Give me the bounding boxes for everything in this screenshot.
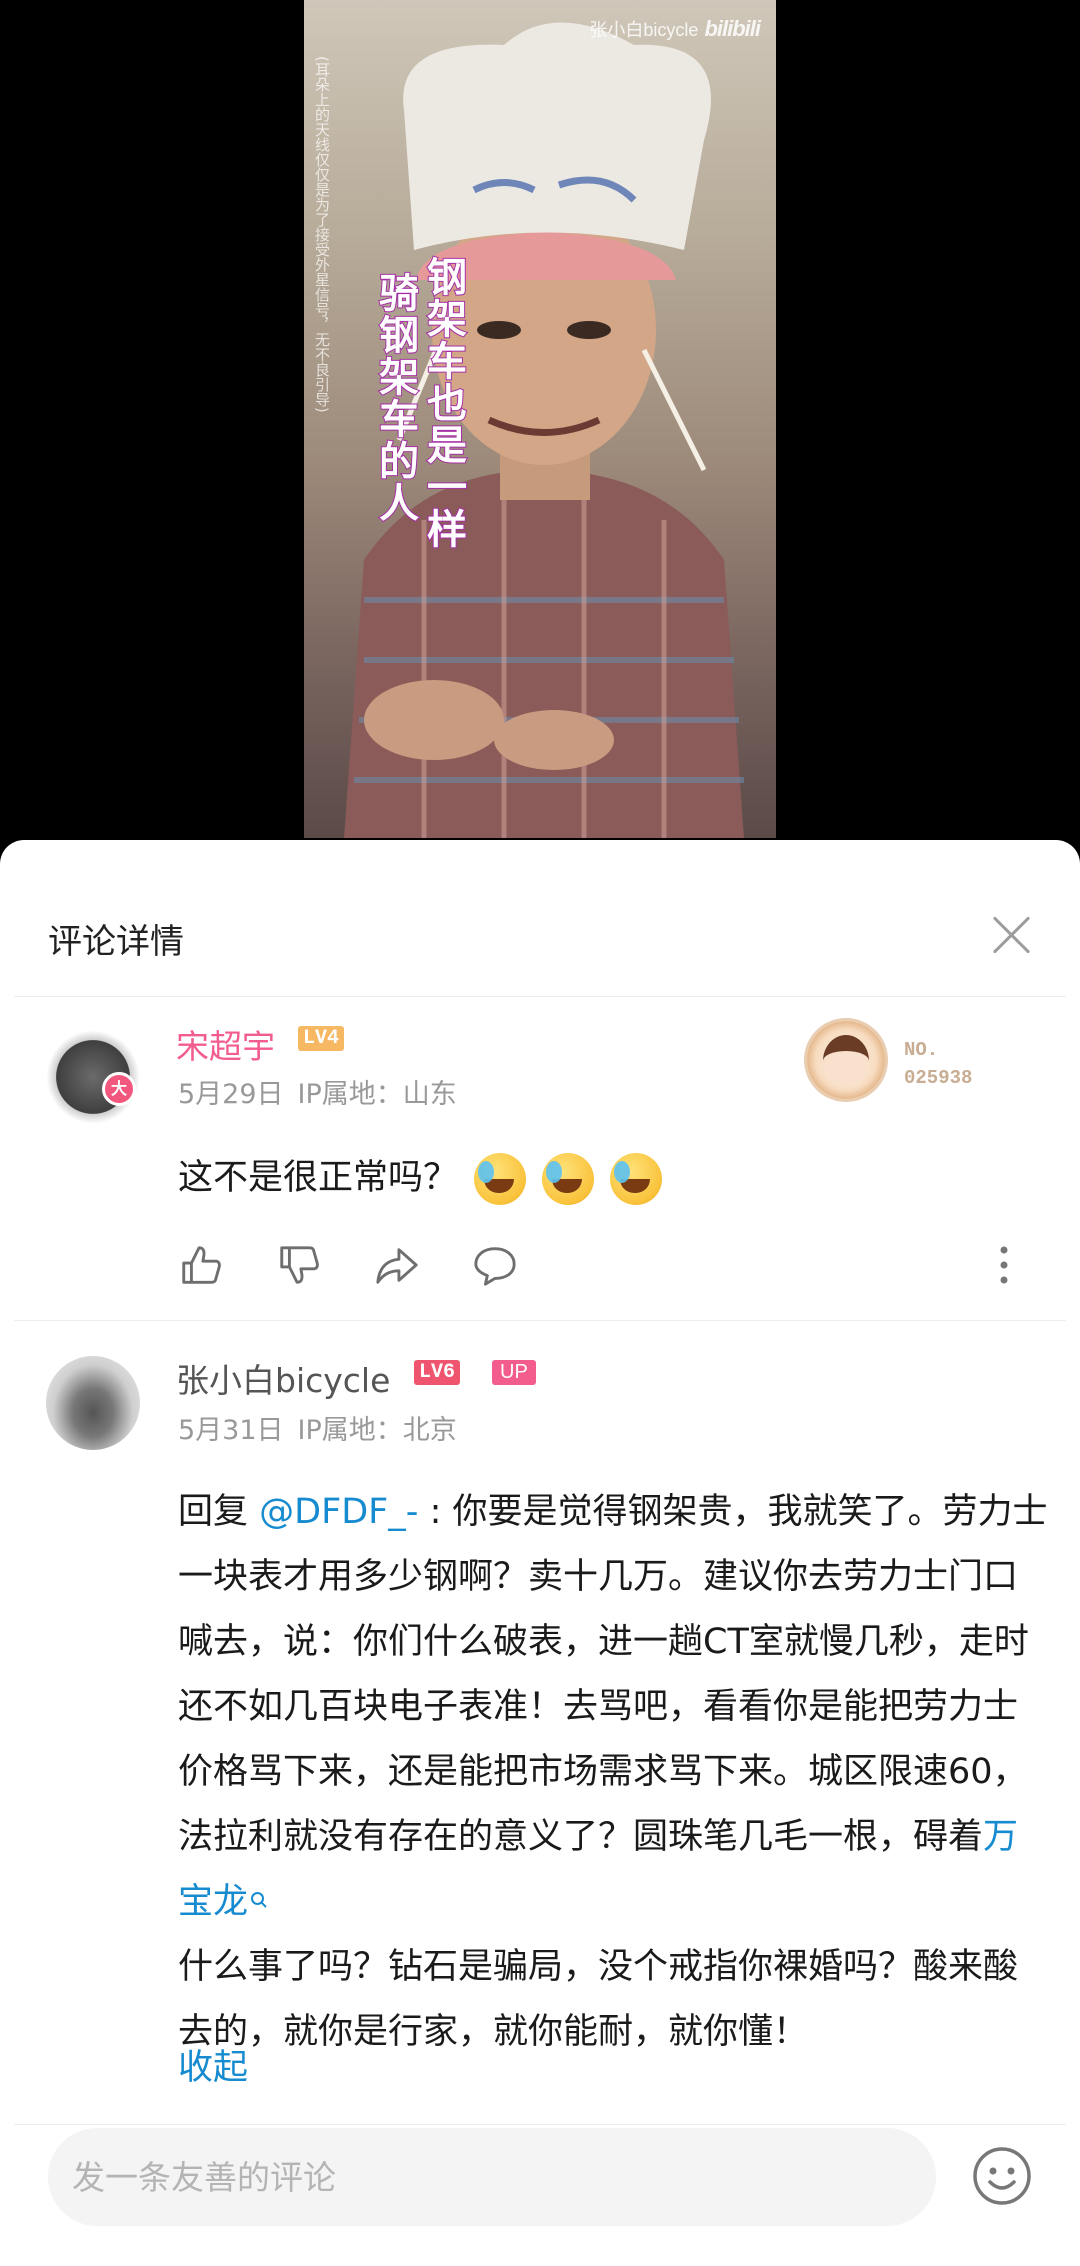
comment-actions [178, 1242, 518, 1288]
reply-prefix: 回复 [178, 1492, 260, 1532]
video-player[interactable]: 张小白bicycle bilibili (耳朵上的天线仅仅是为了接受外星信号，无… [0, 0, 1080, 840]
reply-icon[interactable] [472, 1242, 518, 1288]
comment-username[interactable]: 宋超宇 [176, 1020, 275, 1068]
close-button[interactable] [986, 910, 1036, 960]
level-badge: LV4 [298, 1026, 345, 1051]
search-icon[interactable] [250, 1891, 268, 1909]
fan-medal-label: NO. 025938 [904, 1036, 972, 1092]
comment-body-part1: : 你要是觉得钢架贵，我就笑了。劳力士一块表才用多少钢啊？卖十几万。建议你去劳力… [178, 1492, 1048, 1857]
panel-header: 评论详情 [0, 840, 1080, 996]
panel-title: 评论详情 [48, 922, 184, 962]
header-divider [14, 996, 1066, 997]
video-watermark: 张小白bicycle bilibili [589, 16, 761, 42]
watermark-channel: 张小白bicycle [589, 20, 699, 40]
comment-date: 5月29日 [178, 1079, 284, 1110]
emoji-face-icon[interactable] [970, 2144, 1034, 2208]
mention-link[interactable]: @DFDF_- [259, 1492, 418, 1532]
level-badge: LV6 [414, 1360, 461, 1385]
comment-text: 这不是很正常吗？ [178, 1146, 663, 1211]
like-icon[interactable] [178, 1242, 224, 1288]
bottom-divider [14, 2124, 1066, 2125]
comment-username[interactable]: 张小白bicycle [176, 1354, 390, 1402]
crying-laugh-emoji-icon [610, 1152, 663, 1205]
fan-medal-avatar [804, 1018, 888, 1102]
more-options-icon[interactable] [998, 1244, 1010, 1286]
comment-date: 5月31日 [178, 1415, 284, 1446]
comment-body-part2: 什么事了吗？钻石是骗局，没个戒指你裸婚吗？酸来酸去的，就你是行家，就你能耐，就你… [178, 1947, 1019, 2052]
crying-laugh-emoji-icon [542, 1152, 595, 1205]
fan-medal-no: NO. [904, 1039, 939, 1061]
comment-input[interactable] [48, 2128, 936, 2226]
comment-meta: 5月29日 IP属地：山东 [178, 1072, 457, 1111]
crying-laugh-emoji-icon [474, 1152, 527, 1205]
comment-divider [14, 1320, 1066, 1321]
comment-text: 回复 @DFDF_- : 你要是觉得钢架贵，我就笑了。劳力士一块表才用多少钢啊？… [178, 1480, 1048, 2065]
collapse-link[interactable]: 收起 [178, 2036, 248, 2101]
dislike-icon[interactable] [276, 1242, 322, 1288]
comment-body: 这不是很正常吗？ [178, 1158, 459, 1198]
share-icon[interactable] [374, 1242, 420, 1288]
comment-meta: 5月31日 IP属地：北京 [178, 1408, 457, 1447]
avatar[interactable] [46, 1356, 140, 1450]
comment-ip: IP属地：北京 [297, 1415, 457, 1446]
video-caption-line2: 骑钢架车的人 [371, 271, 419, 525]
video-note-caption: (耳朵上的天线仅仅是为了接受外星信号，无不良引导) [313, 56, 331, 413]
avatar-badge: 大 [102, 1072, 136, 1106]
comment-input-bar [0, 2126, 1080, 2266]
comment-ip: IP属地：山东 [297, 1079, 457, 1110]
bilibili-logo: bilibili [704, 16, 761, 41]
fan-medal-number: 025938 [904, 1067, 973, 1089]
up-badge: UP [492, 1360, 536, 1385]
comment-detail-panel: 评论详情 大 宋超宇 LV4 5月29日 IP属地：山东 NO. 025938 … [0, 840, 1080, 2266]
